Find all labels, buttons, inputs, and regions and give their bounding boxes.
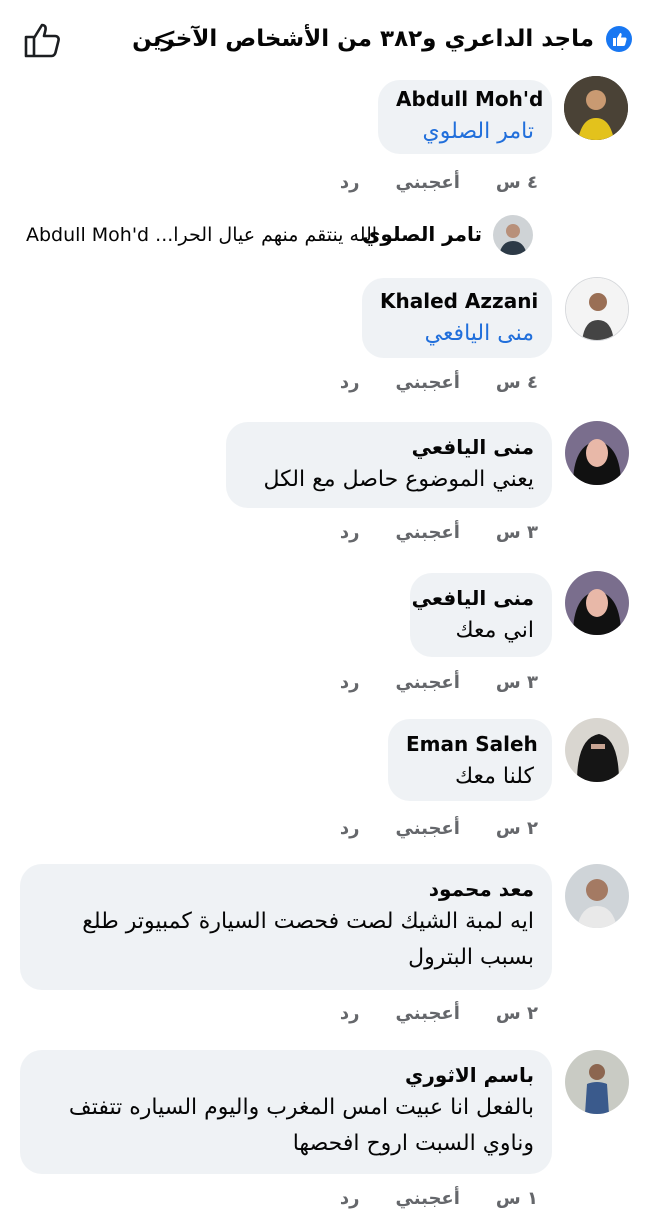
comment-actions: ١ س أعجبني رد — [304, 1188, 538, 1209]
comment-bubble[interactable]: معد محمود ايه لمبة الشيك لصت فحصت السيار… — [20, 864, 552, 990]
comment-author[interactable]: باسم الاثوري — [38, 1060, 534, 1090]
tagged-user[interactable]: تامر الصلوي — [396, 114, 534, 150]
avatar[interactable] — [565, 718, 629, 782]
reactions-title[interactable]: ماجد الداعري و٣٨٢ من الأشخاص الآخرين — [132, 22, 594, 56]
comment-actions: ٢ س أعجبني رد — [304, 818, 538, 839]
comment-bubble[interactable]: Eman Saleh كلنا معك — [388, 719, 552, 801]
reply-author[interactable]: تامر الصلوي — [362, 222, 482, 246]
comment-text: بالفعل انا عبيت امس المغرب واليوم السيار… — [68, 1095, 534, 1156]
tagged-user[interactable]: منى اليافعي — [380, 316, 534, 352]
comment-actions: ٤ س أعجبني رد — [304, 172, 538, 193]
comment-author[interactable]: منى اليافعي — [412, 583, 534, 613]
reply-link[interactable]: رد — [340, 1188, 360, 1209]
comment-bubble[interactable]: باسم الاثوري بالفعل انا عبيت امس المغرب … — [20, 1050, 552, 1174]
reply-link[interactable]: رد — [340, 372, 360, 393]
comment-time: ٤ س — [495, 372, 538, 393]
reply-link[interactable]: رد — [340, 672, 360, 693]
avatar[interactable] — [565, 864, 629, 928]
avatar[interactable] — [565, 1050, 629, 1114]
comment-actions: ٣ س أعجبني رد — [304, 672, 538, 693]
comment-time: ٣ س — [495, 672, 538, 693]
like-link[interactable]: أعجبني — [396, 672, 460, 693]
comment-actions: ٣ س أعجبني رد — [304, 522, 538, 543]
comment-author[interactable]: Eman Saleh — [406, 729, 538, 759]
comment-author[interactable]: معد محمود — [38, 874, 534, 904]
like-link[interactable]: أعجبني — [396, 1003, 460, 1024]
comment-bubble[interactable]: منى اليافعي اني معك — [410, 573, 552, 657]
avatar[interactable] — [493, 215, 533, 255]
comment-actions: ٤ س أعجبني رد — [304, 372, 538, 393]
comment-time: ٢ س — [495, 818, 538, 839]
like-badge-icon — [606, 26, 632, 52]
comment-time: ١ س — [495, 1188, 538, 1209]
avatar[interactable] — [565, 421, 629, 485]
comment-author[interactable]: منى اليافعي — [244, 432, 534, 462]
reply-link[interactable]: رد — [340, 818, 360, 839]
like-link[interactable]: أعجبني — [396, 172, 460, 193]
comment-text: يعني الموضوع حاصل مع الكل — [263, 467, 534, 492]
reply-link[interactable]: رد — [340, 172, 360, 193]
comment-time: ٢ س — [495, 1003, 538, 1024]
like-link[interactable]: أعجبني — [396, 522, 460, 543]
comment-text: كلنا معك — [454, 764, 534, 789]
like-link[interactable]: أعجبني — [396, 1188, 460, 1209]
like-link[interactable]: أعجبني — [396, 372, 460, 393]
comment-actions: ٢ س أعجبني رد — [304, 1003, 538, 1024]
like-link[interactable]: أعجبني — [396, 818, 460, 839]
avatar[interactable] — [565, 571, 629, 635]
comment-author[interactable]: Abdull Moh'd — [396, 84, 543, 114]
comment-text: اني معك — [455, 618, 534, 643]
reactions-header: < ماجد الداعري و٣٨٢ من الأشخاص الآخرين — [0, 0, 650, 76]
reply-link[interactable]: رد — [340, 1003, 360, 1024]
comment-author[interactable]: Khaled Azzani — [380, 286, 538, 316]
comment-time: ٤ س — [495, 172, 538, 193]
comment-bubble[interactable]: Khaled Azzani منى اليافعي — [362, 278, 552, 358]
avatar[interactable] — [565, 277, 629, 341]
comment-text: ايه لمبة الشيك لصت فحصت السيارة كمبيوتر … — [82, 909, 534, 970]
comment-time: ٣ س — [495, 522, 538, 543]
like-outline-icon[interactable] — [22, 20, 62, 60]
avatar[interactable] — [564, 76, 628, 140]
reply-snippet: الله ينتقم منهم عيال الحرا... Abdull Moh… — [26, 224, 378, 246]
comment-bubble[interactable]: Abdull Moh'd تامر الصلوي — [378, 80, 552, 154]
reply-link[interactable]: رد — [340, 522, 360, 543]
comment-bubble[interactable]: منى اليافعي يعني الموضوع حاصل مع الكل — [226, 422, 552, 508]
